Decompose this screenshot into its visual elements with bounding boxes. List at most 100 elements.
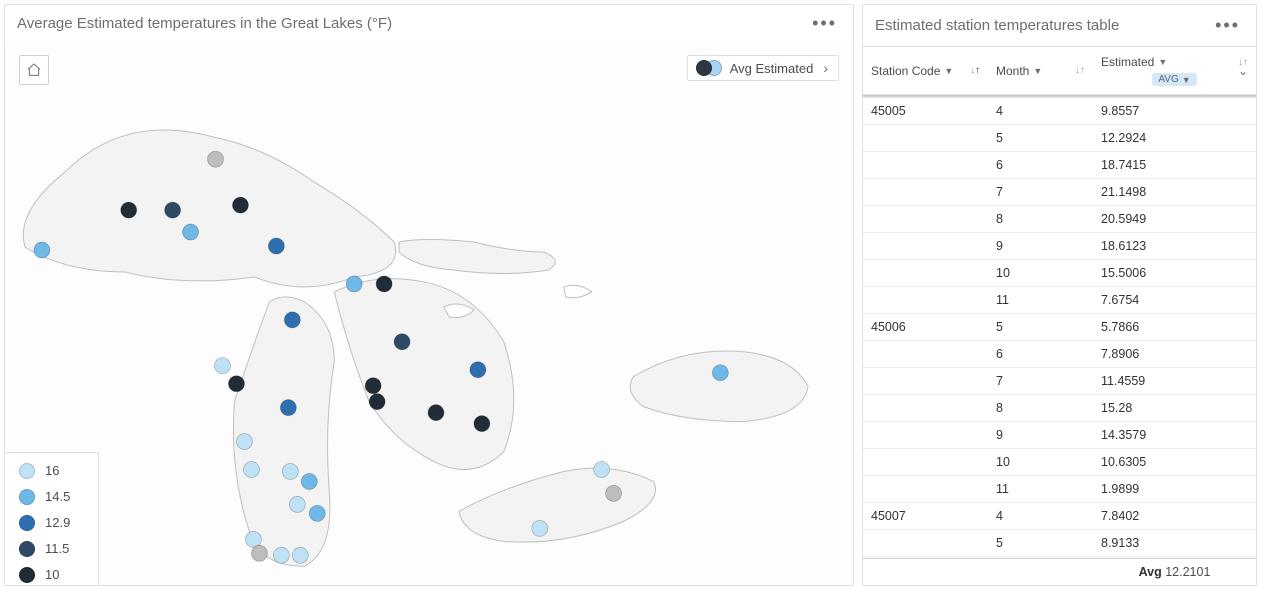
cell-estimated: 7.8402 — [1093, 503, 1256, 529]
station-marker[interactable] — [34, 242, 50, 258]
station-marker[interactable] — [245, 531, 261, 547]
table-row[interactable]: 815.28 — [863, 395, 1256, 422]
layer-toggle-label: Avg Estimated — [730, 61, 814, 76]
aggregation-pill[interactable]: AVG ▼ — [1152, 73, 1196, 86]
station-marker[interactable] — [280, 400, 296, 416]
layer-toggle[interactable]: Avg Estimated › — [687, 55, 839, 81]
column-header-estimated[interactable]: Estimated ▼ ↓↑ ⌄ AVG ▼ — [1093, 47, 1256, 94]
station-marker[interactable] — [594, 462, 610, 478]
table-row[interactable]: 4500747.8402 — [863, 503, 1256, 530]
station-marker[interactable] — [532, 520, 548, 536]
column-header-month-label: Month — [996, 64, 1029, 78]
layer-toggle-swatch — [696, 60, 722, 76]
legend-row: 14.5 — [19, 489, 78, 505]
aggregation-pill-label: AVG — [1158, 74, 1178, 85]
sort-icon[interactable]: ↓↑ — [970, 65, 980, 76]
station-marker[interactable] — [228, 376, 244, 392]
table-row[interactable]: 618.7415 — [863, 152, 1256, 179]
station-marker[interactable] — [470, 362, 486, 378]
station-marker[interactable] — [273, 547, 289, 563]
legend-row: 10 — [19, 567, 78, 583]
map-more-menu[interactable]: ••• — [808, 11, 841, 36]
table-row[interactable]: 711.4559 — [863, 368, 1256, 395]
cell-station — [863, 179, 988, 205]
table-more-menu[interactable]: ••• — [1211, 13, 1244, 38]
station-marker[interactable] — [268, 238, 284, 254]
sort-icon[interactable]: ↓↑ — [1075, 65, 1085, 76]
station-marker[interactable] — [251, 545, 267, 561]
cell-month: 8 — [988, 206, 1093, 232]
legend-label: 16 — [45, 463, 59, 478]
map-body[interactable]: Avg Estimated › 1614.512.911.510 — [5, 41, 853, 586]
chevron-right-icon[interactable]: › — [821, 60, 830, 76]
chevron-down-icon: ▼ — [1182, 75, 1191, 85]
footer-label: Avg — [1139, 565, 1162, 579]
station-marker[interactable] — [301, 473, 317, 489]
table-row[interactable]: 820.5949 — [863, 206, 1256, 233]
legend-dot — [19, 463, 35, 479]
table-row[interactable]: 1015.5006 — [863, 260, 1256, 287]
table-row[interactable]: 512.2924 — [863, 125, 1256, 152]
station-marker[interactable] — [428, 405, 444, 421]
station-marker[interactable] — [243, 462, 259, 478]
table-panel-title: Estimated station temperatures table — [875, 17, 1119, 34]
station-marker[interactable] — [376, 276, 392, 292]
station-marker[interactable] — [208, 151, 224, 167]
station-marker[interactable] — [282, 464, 298, 480]
station-marker[interactable] — [284, 312, 300, 328]
station-marker[interactable] — [165, 202, 181, 218]
table-row[interactable]: 58.9133 — [863, 530, 1256, 557]
table-row[interactable]: 4500655.7866 — [863, 314, 1256, 341]
table-row[interactable]: 117.6754 — [863, 287, 1256, 314]
cell-estimated: 10.6305 — [1093, 449, 1256, 475]
table-row[interactable]: 721.1498 — [863, 179, 1256, 206]
station-marker[interactable] — [474, 416, 490, 432]
legend-label: 11.5 — [45, 541, 69, 556]
map-legend: 1614.512.911.510 — [5, 452, 99, 586]
cell-station — [863, 449, 988, 475]
station-marker[interactable] — [365, 378, 381, 394]
station-marker[interactable] — [394, 334, 410, 350]
station-marker[interactable] — [292, 547, 308, 563]
table-column-headers: Station Code ▼ ↓↑ Month ▼ ↓↑ Estimated ▼… — [863, 46, 1256, 95]
table-row[interactable]: 67.8906 — [863, 341, 1256, 368]
station-marker[interactable] — [606, 485, 622, 501]
table-row[interactable]: 1010.6305 — [863, 449, 1256, 476]
cell-station — [863, 395, 988, 421]
cell-month: 8 — [988, 395, 1093, 421]
station-marker[interactable] — [309, 505, 325, 521]
cell-month: 4 — [988, 98, 1093, 124]
station-marker[interactable] — [215, 358, 231, 374]
legend-row: 11.5 — [19, 541, 78, 557]
column-header-station[interactable]: Station Code ▼ ↓↑ — [863, 47, 988, 94]
cell-month: 6 — [988, 341, 1093, 367]
cell-estimated: 12.2924 — [1093, 125, 1256, 151]
great-lakes-map[interactable] — [5, 41, 853, 586]
table-row[interactable]: 4500549.8557 — [863, 98, 1256, 125]
station-marker[interactable] — [232, 197, 248, 213]
chevron-down-icon[interactable]: ⌄ — [1238, 64, 1248, 78]
station-marker[interactable] — [712, 365, 728, 381]
cell-station: 45005 — [863, 98, 988, 124]
station-marker[interactable] — [183, 224, 199, 240]
station-marker[interactable] — [121, 202, 137, 218]
cell-estimated: 18.7415 — [1093, 152, 1256, 178]
map-panel-header: Average Estimated temperatures in the Gr… — [5, 5, 853, 41]
legend-dot — [19, 567, 35, 583]
station-marker[interactable] — [236, 434, 252, 450]
legend-label: 10 — [45, 567, 59, 582]
cell-station — [863, 206, 988, 232]
station-marker[interactable] — [369, 394, 385, 410]
table-row[interactable]: 918.6123 — [863, 233, 1256, 260]
table-row[interactable]: 111.9899 — [863, 476, 1256, 503]
table-row[interactable]: 914.3579 — [863, 422, 1256, 449]
column-header-month[interactable]: Month ▼ ↓↑ — [988, 47, 1093, 94]
station-marker[interactable] — [289, 496, 305, 512]
home-button[interactable] — [19, 55, 49, 85]
cell-estimated: 11.4559 — [1093, 368, 1256, 394]
table-rows[interactable]: 4500549.8557512.2924618.7415721.1498820.… — [863, 98, 1256, 558]
table-panel-header: Estimated station temperatures table ••• — [863, 5, 1256, 46]
station-marker[interactable] — [346, 276, 362, 292]
cell-station: 45007 — [863, 503, 988, 529]
cell-estimated: 20.5949 — [1093, 206, 1256, 232]
